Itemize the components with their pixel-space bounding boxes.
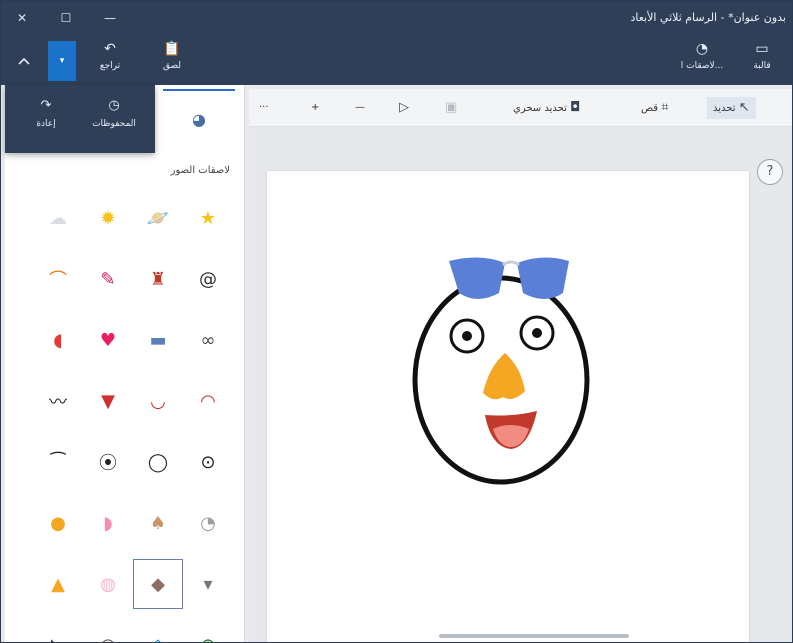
restore-button[interactable]: ☐: [53, 7, 79, 29]
sticker-icon: ◕: [192, 110, 206, 129]
drawing-canvas[interactable]: [267, 171, 749, 642]
undo-button[interactable]: ↶ تراجع: [81, 39, 139, 81]
eye-ring-sticker[interactable]: ◯: [133, 437, 183, 487]
tongue-sticker[interactable]: ▼: [83, 376, 133, 426]
history-menu: ◷ المحفوظات ↷ إعادة: [5, 85, 155, 153]
star-sticker[interactable]: ★: [183, 193, 233, 243]
collapse-ribbon-button[interactable]: [13, 51, 35, 73]
magic-select-icon: ◘: [570, 100, 581, 115]
ear-gray-sticker[interactable]: ◔: [183, 498, 233, 548]
help-button[interactable]: ?: [757, 159, 783, 185]
window-title: بدون عنوان* - الرسام ثلاثي الأبعاد: [630, 11, 786, 24]
canvas-label: قالبة: [753, 61, 771, 71]
right-pupil: [532, 328, 542, 338]
eye-side-sticker[interactable]: ◣: [33, 620, 83, 643]
paste-button[interactable]: 📋 لصق: [143, 39, 201, 81]
stickers-tab[interactable]: ◕: [163, 89, 235, 147]
redo-icon: ↷: [40, 98, 52, 113]
chevron-up-icon: [18, 57, 30, 65]
eye-dot-sticker[interactable]: ⊙: [183, 437, 233, 487]
history-button[interactable]: ◷ المحفوظات: [81, 97, 147, 143]
history-label: المحفوظات: [92, 119, 136, 129]
zoom-in-button[interactable]: +: [311, 97, 319, 119]
canvas-workspace: ?: [249, 127, 792, 642]
undo-icon: ↶: [104, 41, 116, 57]
canvas-toolbar: ··· + — ▷ ▣ تحديد سحري ◘ قص ⌗ تحديد ↖: [249, 89, 792, 127]
eye-blue-sticker[interactable]: ◈: [133, 620, 183, 643]
eye-green-sticker[interactable]: ⊕: [183, 620, 233, 643]
paste-icon: 📋: [163, 41, 181, 57]
stickers-button[interactable]: ◔ لاصقات ا...: [673, 39, 731, 81]
select-button[interactable]: تحديد ↖: [707, 97, 756, 119]
sunglasses-bridge: [502, 260, 520, 267]
eye-look-sticker[interactable]: ⦿: [83, 437, 133, 487]
eyes-sticker[interactable]: ∞: [183, 315, 233, 365]
smile-sticker[interactable]: ◡: [133, 376, 183, 426]
lips-sticker[interactable]: ◖: [33, 315, 83, 365]
left-pupil: [462, 331, 472, 341]
title-ribbon-bar: ✕ ☐ — بدون عنوان* - الرسام ثلاثي الأبعاد…: [1, 1, 792, 85]
crop-icon: ⌗: [661, 100, 669, 115]
magic-select-button[interactable]: تحديد سحري ◘: [513, 97, 580, 119]
crop-label: قص: [641, 103, 659, 114]
magic-select-label: تحديد سحري: [513, 103, 567, 114]
close-button[interactable]: ✕: [9, 7, 35, 29]
ear-orange-sticker[interactable]: ●: [33, 498, 83, 548]
rainbow-sticker[interactable]: ⌒: [33, 254, 83, 304]
cursor-icon: ↖: [738, 100, 750, 115]
ear-pink-sticker[interactable]: ◗: [83, 498, 133, 548]
spiral-sticker[interactable]: @: [183, 254, 233, 304]
nose-pig-sticker[interactable]: ◍: [83, 559, 133, 609]
ear-brown-sticker[interactable]: ♠: [133, 498, 183, 548]
eyebrow-sticker[interactable]: ⁀: [33, 437, 83, 487]
nose-gray-sticker[interactable]: ▾: [183, 559, 233, 609]
title-bar: ✕ ☐ — بدون عنوان* - الرسام ثلاثي الأبعاد: [1, 1, 792, 41]
robot-sticker[interactable]: ♜: [133, 254, 183, 304]
stickers-panel: ◕ لاصقات الصور ★ 🪐 ✹ ☁ @ ♜ ✎ ⌒ ∞ ▬ ♥ ◖ ◠ ◡ ▼ 〰 ⊙ ◯ ⦿ ⁀ ◔ ♠ ◗ ● ▾…: [5, 85, 245, 643]
stickers-section-title: لاصقات الصور: [170, 165, 230, 176]
more-options-button[interactable]: ···: [259, 97, 269, 119]
canvas-button[interactable]: ▭ قالبة: [733, 39, 791, 81]
crop-button[interactable]: قص ⌗: [641, 97, 669, 119]
erase-icon[interactable]: ▣: [445, 97, 457, 119]
minimize-button[interactable]: —: [97, 7, 123, 29]
undo-label: تراجع: [99, 61, 121, 71]
lollipop-sticker[interactable]: ✎: [83, 254, 133, 304]
nose-dog-sticker[interactable]: ◆: [133, 559, 183, 609]
redo-button[interactable]: ↷ إعادة: [13, 97, 79, 143]
stickers-label: لاصقات ا...: [680, 61, 724, 71]
history-dropdown-button[interactable]: ▾: [48, 41, 76, 81]
face-drawing: [412, 257, 590, 485]
glasses-sticker[interactable]: ▬: [133, 315, 183, 365]
sunglasses-right-lens: [517, 257, 569, 299]
flag-icon[interactable]: ▷: [399, 97, 409, 119]
select-label: تحديد: [713, 103, 736, 114]
zoom-out-button[interactable]: —: [355, 97, 365, 119]
mustache-sticker[interactable]: 〰: [33, 376, 83, 426]
sticker-icon: ◔: [695, 41, 709, 57]
nose-orange-sticker[interactable]: ▲: [33, 559, 83, 609]
heart-sticker[interactable]: ♥: [83, 315, 133, 365]
horizontal-scrollbar[interactable]: [439, 634, 629, 638]
cloud-sticker[interactable]: ☁: [33, 193, 83, 243]
paste-label: لصق: [162, 61, 182, 71]
mouth-sticker[interactable]: ◠: [183, 376, 233, 426]
canvas-icon: ▭: [755, 41, 769, 57]
sun-sticker[interactable]: ✹: [83, 193, 133, 243]
redo-label: إعادة: [36, 119, 56, 129]
planet-sticker[interactable]: 🪐: [133, 193, 183, 243]
paint3d-window: ✕ ☐ — بدون عنوان* - الرسام ثلاثي الأبعاد…: [0, 0, 793, 643]
eye-brown-sticker[interactable]: ◉: [83, 620, 133, 643]
clock-icon: ◷: [108, 98, 120, 113]
